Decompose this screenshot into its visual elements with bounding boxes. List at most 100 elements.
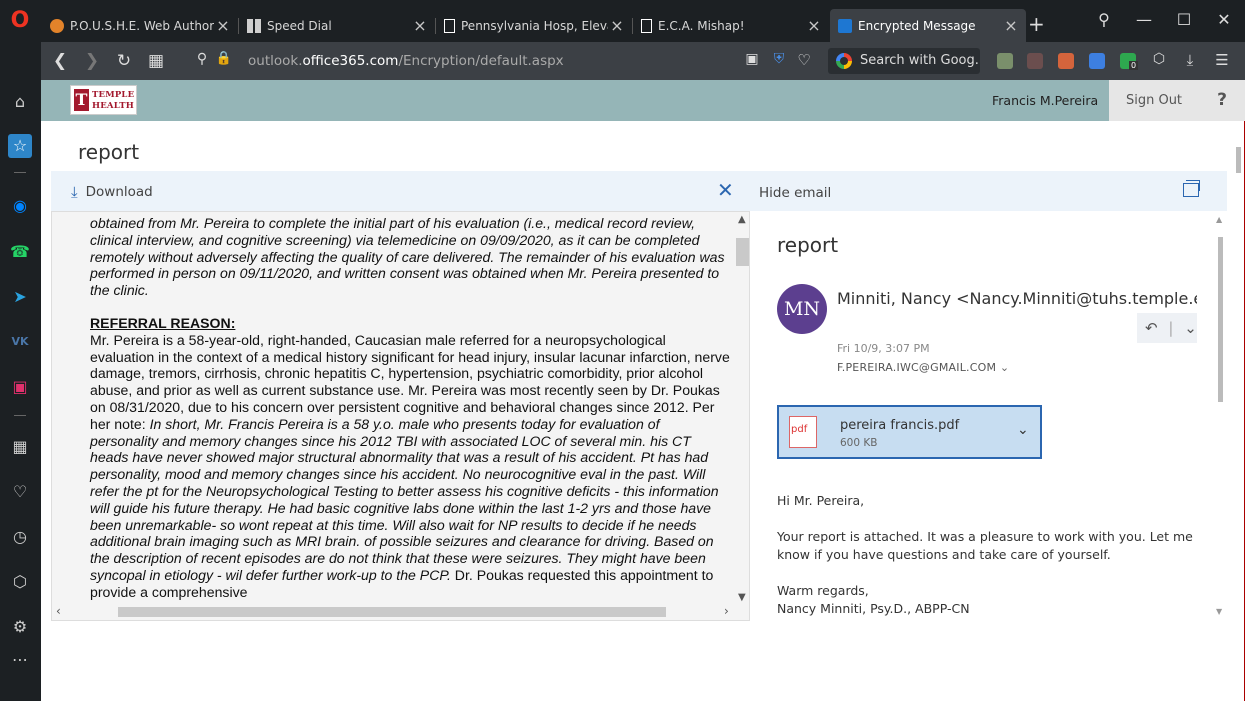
extension-icon[interactable] [1027, 53, 1043, 69]
extension-icon[interactable] [997, 53, 1013, 69]
extension-icon[interactable]: 0 [1120, 53, 1139, 70]
encrypted-message-page: T TEMPLE HEALTH Francis M.Pereira Sign O… [41, 80, 1245, 701]
attachment-name: pereira francis.pdf [840, 418, 960, 433]
sign-out-button[interactable]: Sign Out [1109, 80, 1199, 121]
back-icon[interactable]: ❮ [49, 51, 71, 71]
temple-health-logo: T TEMPLE HEALTH [70, 85, 137, 115]
whatsapp-icon[interactable]: ☎ [8, 240, 32, 264]
close-tab-icon[interactable]: × [1002, 16, 1020, 35]
scroll-up-icon[interactable]: ▲ [738, 214, 746, 225]
snapshot-icon[interactable]: ▣ [741, 51, 763, 67]
speed-dial-icon[interactable]: ☆ [8, 134, 32, 158]
scroll-down-icon[interactable]: ▼ [1216, 607, 1222, 616]
chevron-down-icon[interactable]: ⌄ [1017, 422, 1029, 438]
tab-eca-mishap[interactable]: E.C.A. Mishap! × [633, 9, 829, 42]
attachment-card[interactable]: pdf pereira francis.pdf 600 KB ⌄ [777, 405, 1042, 459]
expand-chevron-icon[interactable]: ⌄ [1000, 361, 1009, 374]
close-tab-icon[interactable]: × [411, 16, 429, 35]
home-icon[interactable]: ⌂ [8, 90, 32, 114]
scroll-left-icon[interactable]: ‹ [56, 604, 61, 618]
chevron-down-icon[interactable]: ⌄ [1184, 319, 1197, 337]
tab-poushe[interactable]: P.O.U.S.H.E. Web Authoring × [42, 9, 238, 42]
minimize-icon[interactable]: — [1132, 10, 1156, 29]
extension-icon[interactable] [1058, 53, 1074, 69]
site-info-icon[interactable]: ⚲ [191, 51, 213, 67]
search-tabs-icon[interactable]: ⚲ [1092, 10, 1116, 29]
close-window-icon[interactable]: ✕ [1212, 10, 1236, 29]
reload-icon[interactable]: ↻ [113, 51, 135, 71]
forward-icon[interactable]: ❯ [81, 51, 103, 71]
scroll-up-icon[interactable]: ▲ [1216, 215, 1222, 224]
new-tab-icon[interactable]: + [1028, 12, 1045, 36]
heart-icon[interactable]: ♡ [8, 480, 32, 504]
user-name: Francis M.Pereira [992, 93, 1099, 108]
extension-icon[interactable] [1089, 53, 1105, 69]
page-scrollbar[interactable] [1232, 142, 1245, 701]
email-closing: Warm regards, [777, 583, 869, 598]
tabs-grid-icon[interactable]: ▦ [145, 51, 167, 71]
document-icon [444, 18, 455, 33]
messenger-icon[interactable]: ◉ [8, 194, 32, 218]
vk-icon[interactable]: VK [8, 330, 32, 354]
scroll-right-icon[interactable]: › [724, 604, 729, 618]
email-pane: report MN Minniti, Nancy <Nancy.Minniti@… [750, 211, 1227, 621]
close-tab-icon[interactable]: × [214, 16, 232, 35]
page-title: report [78, 140, 140, 164]
tab-encrypted-message[interactable]: Encrypted Message × [830, 9, 1026, 42]
avatar: MN [777, 284, 827, 334]
close-tab-icon[interactable]: × [805, 16, 823, 35]
scroll-down-icon[interactable]: ▼ [738, 592, 746, 603]
browser-tab-bar: O P.O.U.S.H.E. Web Authoring × Speed Dia… [0, 0, 1245, 42]
cube-icon[interactable]: ⬡ [1148, 51, 1170, 67]
tab-pennsylvania-hosp[interactable]: Pennsylvania Hosp, Elevato × [436, 9, 632, 42]
outlook-icon [838, 18, 852, 33]
instagram-icon[interactable]: ▣ [8, 375, 32, 399]
document-viewer[interactable]: obtained from Mr. Pereira to complete th… [51, 211, 750, 621]
download-icon[interactable]: ⤓ [1179, 51, 1201, 69]
browser-sidebar: ⌂ ☆ ◉ ☎ ➤ VK ▣ ▦ ♡ ◷ ⬡ ⚙ ⋯ [0, 42, 41, 701]
tab-speed-dial[interactable]: Speed Dial × [239, 9, 435, 42]
download-button[interactable]: ⤓ Download [71, 183, 153, 201]
more-icon[interactable]: ⋯ [8, 648, 32, 672]
settings-gear-icon[interactable]: ⚙ [8, 615, 32, 639]
cube-icon[interactable]: ⬡ [8, 570, 32, 594]
page-header: T TEMPLE HEALTH Francis M.Pereira Sign O… [41, 80, 1245, 121]
referral-reason-heading: REFERRAL REASON: [90, 314, 236, 331]
shield-icon[interactable]: ⛨ [768, 51, 790, 67]
popout-icon[interactable] [1183, 180, 1200, 197]
opera-menu-icon[interactable]: O [8, 9, 32, 33]
sender[interactable]: Minniti, Nancy <Nancy.Minniti@tuhs.templ… [837, 289, 1197, 308]
close-tab-icon[interactable]: × [608, 16, 626, 35]
email-greeting: Hi Mr. Pereira, [777, 493, 865, 508]
email-signature: Nancy Minniti, Psy.D., ABPP-CN [777, 601, 970, 616]
menu-icon[interactable]: ☰ [1211, 51, 1233, 69]
hide-email-button[interactable]: Hide email [759, 185, 831, 201]
close-viewer-icon[interactable]: ✕ [717, 178, 734, 202]
address-bar: ❮ ❯ ↻ ▦ ⚲ 🔒 outlook.office365.com/Encryp… [41, 42, 1245, 80]
favicon-icon [50, 18, 64, 33]
search-input[interactable]: Search with Goog... [828, 48, 980, 74]
maximize-icon[interactable]: ☐ [1172, 10, 1196, 29]
document-icon [641, 18, 652, 33]
document-horizontal-scrollbar[interactable]: ‹ › [52, 604, 736, 620]
apps-grid-icon[interactable]: ▦ [8, 435, 32, 459]
heart-icon[interactable]: ♡ [793, 51, 815, 69]
reply-icon: ↶ [1145, 319, 1158, 337]
email-subject: report [777, 233, 839, 257]
telegram-icon[interactable]: ➤ [8, 285, 32, 309]
email-scrollbar[interactable]: ▲ ▼ [1215, 211, 1227, 621]
google-icon [836, 53, 852, 69]
document-vertical-scrollbar[interactable]: ▲ ▼ [736, 212, 749, 604]
history-clock-icon[interactable]: ◷ [8, 525, 32, 549]
consent-paragraph: obtained from Mr. Pereira to complete th… [90, 215, 725, 299]
help-button[interactable]: ? [1199, 80, 1245, 121]
email-recipient[interactable]: F.PEREIRA.IWC@GMAIL.COM ⌄ [837, 361, 1009, 374]
referral-paragraph: Mr. Pereira is a 58-year-old, right-hand… [90, 331, 730, 600]
email-date: Fri 10/9, 3:07 PM [837, 342, 930, 355]
pdf-file-icon: pdf [789, 416, 817, 448]
download-icon: ⤓ [71, 183, 78, 201]
viewer-toolbar: ⤓ Download ✕ Hide email [51, 171, 1227, 211]
attachment-size: 600 KB [840, 437, 878, 449]
reply-button[interactable]: ↶ | ⌄ [1137, 313, 1197, 343]
url-field[interactable]: outlook.office365.com/Encryption/default… [248, 53, 564, 69]
